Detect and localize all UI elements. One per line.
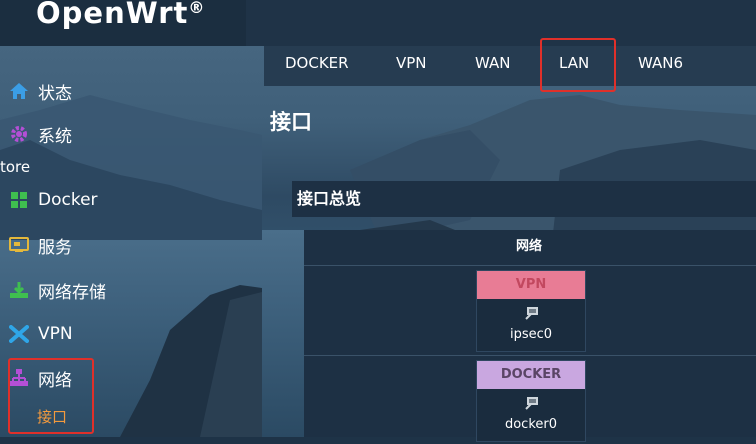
sidebar-item-label: 网络存储 [38,282,106,303]
interfaces-table: 网络 VPN ipsec0 DOCKER docker0 [304,230,756,442]
device-name: docker0 [504,417,558,432]
brand-name: OpenWrt [36,0,189,30]
tab-wan6[interactable]: WAN6 [638,46,683,86]
sidebar-item-docker[interactable]: Docker [8,185,98,215]
network-card-vpn[interactable]: VPN ipsec0 [476,270,586,352]
table-row: DOCKER docker0 [304,355,756,444]
tab-vpn[interactable]: VPN [396,46,427,86]
top-header: OpenWrt® [0,0,756,46]
sidebar-item-label: Docker [38,190,98,210]
services-icon [8,234,30,256]
docker-grid-icon [8,189,30,211]
sidebar-item-system[interactable]: 系统 [8,119,72,149]
sidebar-item-services[interactable]: 服务 [8,230,72,260]
annotation-highlight-network [8,358,94,434]
network-card-docker[interactable]: DOCKER docker0 [476,360,586,442]
sidebar-item-status[interactable]: 状态 [8,76,72,106]
home-icon [8,80,30,102]
brand-area[interactable]: OpenWrt® [0,0,246,46]
tab-wan[interactable]: WAN [475,46,511,86]
network-badge: VPN [477,271,585,299]
sidebar-item-label: 服务 [38,237,72,258]
gear-icon [8,123,30,145]
interface-tabs: DOCKER VPN WAN LAN WAN6 [264,46,756,86]
page-title: 接口 [270,110,312,134]
vpn-cross-icon [8,323,30,345]
device-name: ipsec0 [509,327,553,342]
table-row: VPN ipsec0 [304,265,756,354]
sidebar-item-nas[interactable]: 网络存储 [8,275,106,305]
ethernet-port-icon [524,395,540,411]
sidebar-item-label: VPN [38,324,73,344]
sidebar-item-label: 系统 [38,126,72,147]
column-header-network: 网络 [516,239,543,254]
table-header: 网络 [304,230,756,264]
registered-mark: ® [188,0,206,17]
sidebar-item-label: 状态 [38,83,72,104]
section-header: 接口总览 [292,181,756,217]
network-badge: DOCKER [477,361,585,389]
download-tray-icon [8,279,30,301]
tab-docker[interactable]: DOCKER [285,46,349,86]
ethernet-port-icon [524,305,540,321]
sidebar-item-store[interactable]: tore [0,158,30,176]
annotation-highlight-lan [540,38,616,92]
sidebar-item-vpn[interactable]: VPN [8,319,73,349]
brand-logo[interactable]: OpenWrt® [36,0,205,30]
